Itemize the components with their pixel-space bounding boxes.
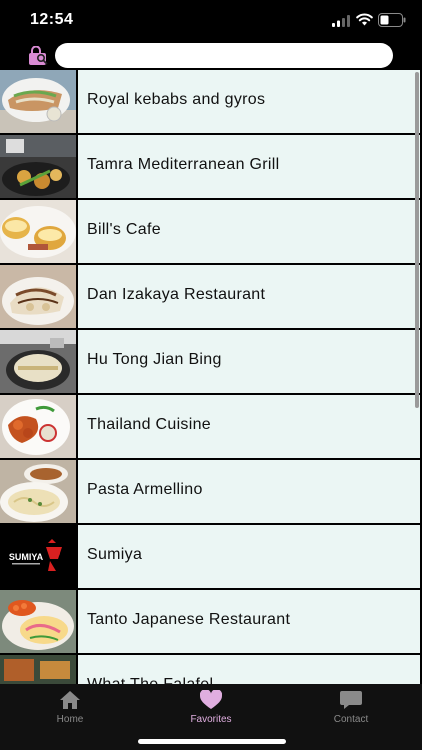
tab-contact-label: Contact [333, 714, 369, 725]
list-item[interactable]: Hu Tong Jian Bing [0, 330, 422, 393]
battery-icon [378, 13, 406, 27]
restaurant-name: Pasta Armellino [87, 481, 203, 498]
list-item-cell[interactable]: Sumiya [78, 525, 420, 588]
list-item[interactable]: What The Falafel [0, 655, 422, 684]
restaurant-name: Hu Tong Jian Bing [87, 351, 222, 368]
restaurant-name: Tanto Japanese Restaurant [87, 611, 291, 628]
list-item[interactable]: SUMIYA Sumiya [0, 525, 422, 588]
list-item[interactable]: Tamra Mediterranean Grill [0, 135, 422, 198]
tab-favorites-label: Favorites [190, 714, 232, 725]
restaurant-thumbnail [0, 135, 76, 198]
list-item[interactable]: Dan Izakaya Restaurant [0, 265, 422, 328]
tab-home[interactable]: Home [15, 684, 125, 734]
home-indicator[interactable] [138, 739, 286, 744]
restaurant-thumbnail [0, 70, 76, 133]
status-time: 12:54 [30, 11, 74, 28]
chat-icon [340, 691, 362, 709]
wifi-icon [356, 13, 373, 26]
restaurant-thumbnail [0, 395, 76, 458]
list-item-cell[interactable]: Dan Izakaya Restaurant [78, 265, 420, 328]
restaurant-thumbnail [0, 590, 76, 653]
list-item-cell[interactable]: What The Falafel [78, 655, 420, 684]
list-item-cell[interactable]: Royal kebabs and gyros [78, 70, 420, 133]
list-item[interactable]: Thailand Cuisine [0, 395, 422, 458]
search-bar [0, 40, 422, 70]
list-item-cell[interactable]: Pasta Armellino [78, 460, 420, 523]
list-scrollbar[interactable] [415, 72, 419, 408]
search-lock-icon[interactable] [28, 46, 50, 66]
list-item[interactable]: Bill's Cafe [0, 200, 422, 263]
list-item-cell[interactable]: Tamra Mediterranean Grill [78, 135, 420, 198]
list-item-cell[interactable]: Hu Tong Jian Bing [78, 330, 420, 393]
signal-icon [332, 15, 350, 27]
sumiya-logo-text: SUMIYA [9, 552, 44, 562]
list-item-cell[interactable]: Bill's Cafe [78, 200, 420, 263]
tab-home-label: Home [56, 714, 84, 725]
restaurant-name: Tamra Mediterranean Grill [87, 156, 280, 173]
heart-icon [200, 690, 222, 709]
list-item[interactable]: Pasta Armellino [0, 460, 422, 523]
restaurant-name: Sumiya [87, 546, 143, 563]
tab-favorites[interactable]: Favorites [156, 684, 266, 734]
restaurant-name: Thailand Cuisine [87, 416, 211, 433]
sumiya-logo: SUMIYA [0, 525, 76, 588]
restaurant-thumbnail [0, 200, 76, 263]
restaurant-list[interactable]: Royal kebabs and gyros Tamra Mediterrane… [0, 70, 422, 684]
list-item-cell[interactable]: Tanto Japanese Restaurant [78, 590, 420, 653]
restaurant-thumbnail [0, 330, 76, 393]
home-icon [60, 691, 80, 709]
restaurant-thumbnail [0, 460, 76, 523]
list-item[interactable]: Royal kebabs and gyros [0, 70, 422, 133]
list-item[interactable]: Tanto Japanese Restaurant [0, 590, 422, 653]
restaurant-thumbnail [0, 655, 76, 684]
tab-contact[interactable]: Contact [296, 684, 406, 734]
restaurant-name: Dan Izakaya Restaurant [87, 286, 266, 303]
status-bar: 12:54 [0, 0, 422, 40]
restaurant-thumbnail [0, 265, 76, 328]
search-input[interactable] [55, 43, 393, 68]
restaurant-name: Royal kebabs and gyros [87, 91, 266, 108]
restaurant-name: What The Falafel [87, 676, 213, 684]
restaurant-name: Bill's Cafe [87, 221, 161, 238]
list-item-cell[interactable]: Thailand Cuisine [78, 395, 420, 458]
